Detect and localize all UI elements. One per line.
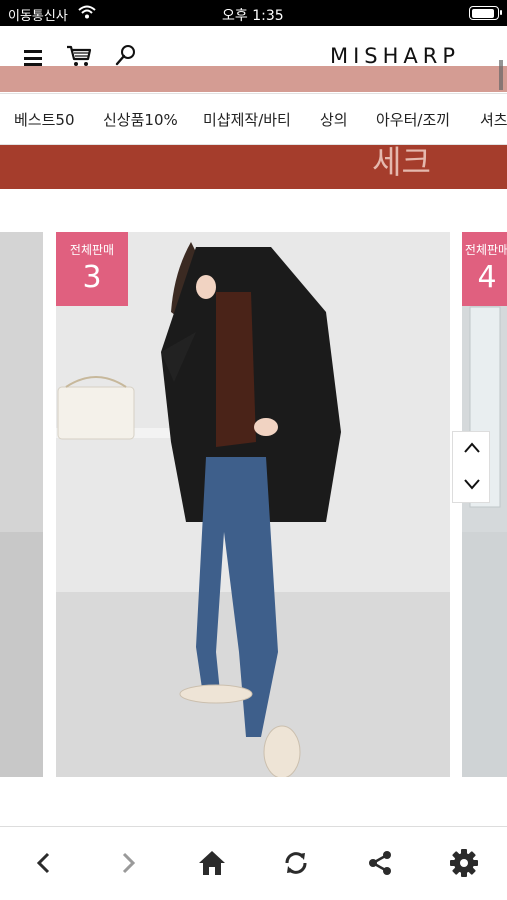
carrier-name: 이동통신사: [8, 9, 68, 24]
wifi-icon: [78, 5, 96, 19]
category-misharp-made[interactable]: 미샵제작/바티: [203, 109, 291, 130]
promo-banner[interactable]: 세크: [0, 145, 507, 189]
settings-icon: [450, 849, 478, 877]
rank-number: 4: [477, 260, 497, 295]
rank-label: 전체판매: [69, 243, 115, 257]
banner-text: 세크: [372, 145, 431, 181]
site-logo[interactable]: MISHARP: [330, 44, 460, 68]
settings-button[interactable]: [446, 845, 482, 881]
rank-badge: 전체판매 4: [462, 232, 507, 306]
status-bar: 이동통신사 오후 1:35: [0, 0, 507, 26]
forward-button[interactable]: [110, 845, 146, 881]
cart-icon[interactable]: [66, 44, 92, 68]
category-outer[interactable]: 아우터/조끼: [376, 109, 450, 130]
site-header: MISHARP: [0, 26, 507, 92]
home-icon: [199, 851, 225, 875]
bottom-toolbar: [0, 826, 507, 900]
best-product-carousel: 전체판매 3 전체판매 4: [0, 232, 507, 777]
search-icon[interactable]: [115, 44, 137, 66]
back-icon: [36, 852, 50, 874]
refresh-button[interactable]: [278, 845, 314, 881]
refresh-icon: [285, 852, 307, 874]
rank-number: 3: [82, 260, 102, 295]
rank-label: 전체판매: [464, 243, 507, 257]
category-nav: 베스트50 신상품10% 미샵제작/바티 상의 아우터/조끼 셔츠: [0, 93, 507, 145]
status-time: 오후 1:35: [222, 8, 284, 24]
battery-level: [471, 8, 494, 18]
menu-icon[interactable]: [24, 50, 42, 66]
product-image: [56, 232, 450, 777]
product-slide-prev[interactable]: [0, 232, 43, 777]
product-slide-next[interactable]: 전체판매 4: [462, 232, 507, 777]
product-image: [0, 232, 43, 777]
forward-icon: [122, 852, 136, 874]
scroll-indicator: [499, 60, 503, 90]
category-new[interactable]: 신상품10%: [103, 109, 178, 130]
product-image: [462, 232, 507, 777]
chevron-up-icon[interactable]: [462, 438, 482, 458]
share-icon: [369, 851, 391, 875]
back-button[interactable]: [26, 845, 62, 881]
scroll-control: [452, 431, 490, 503]
battery-icon: [469, 6, 502, 20]
home-button[interactable]: [194, 845, 230, 881]
product-slide[interactable]: 전체판매 3: [56, 232, 450, 777]
category-shirts[interactable]: 셔츠: [480, 109, 507, 130]
header-banner-strip: [0, 66, 507, 92]
category-best50[interactable]: 베스트50: [14, 109, 75, 130]
rank-badge: 전체판매 3: [56, 232, 128, 306]
chevron-down-icon[interactable]: [462, 474, 482, 494]
share-button[interactable]: [362, 845, 398, 881]
category-tops[interactable]: 상의: [320, 109, 348, 130]
